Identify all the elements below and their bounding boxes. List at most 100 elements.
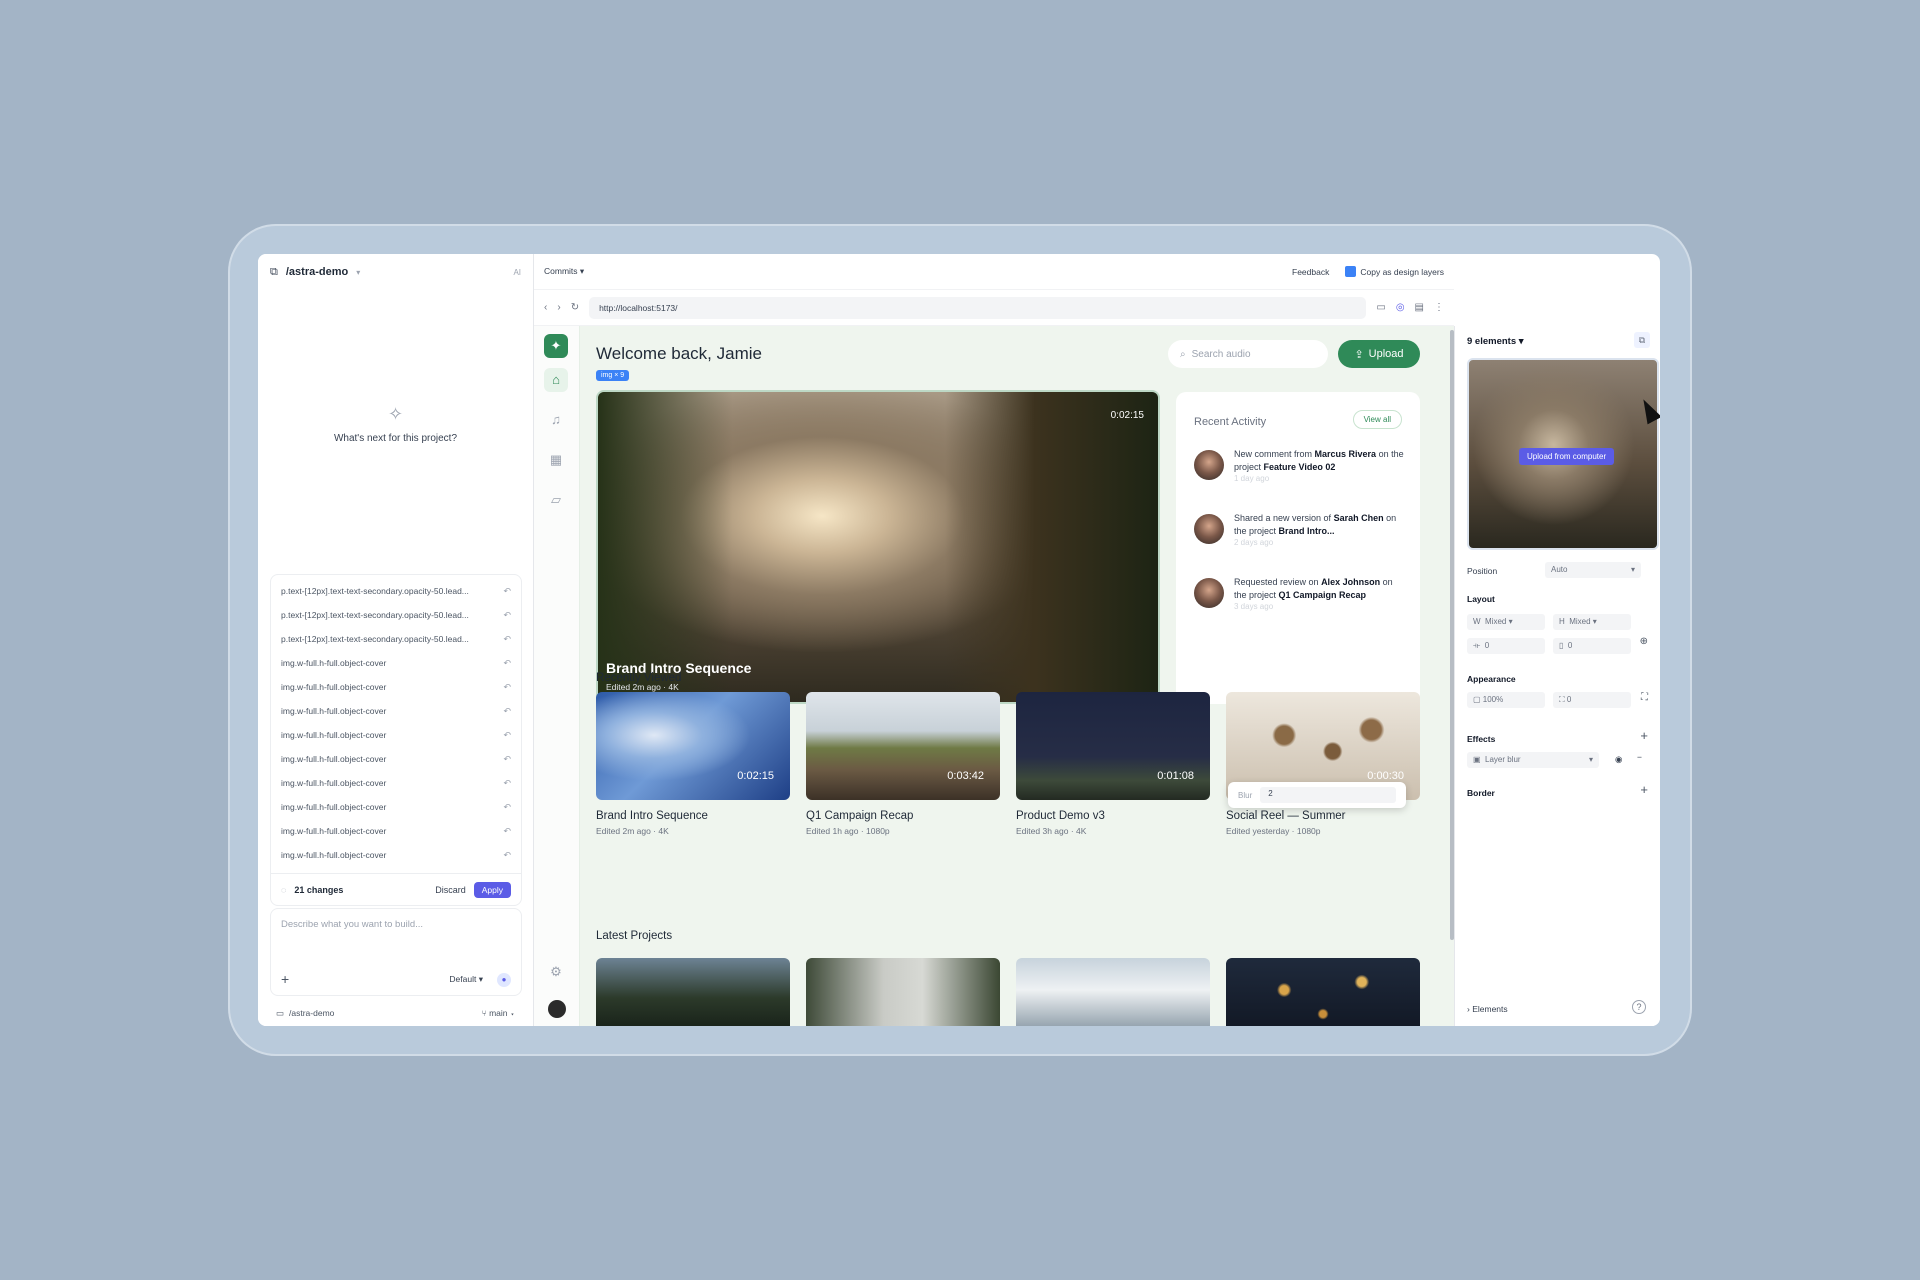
radius-field[interactable]: ⛶ 0 <box>1553 692 1631 708</box>
mode-selector[interactable]: Default ▾ <box>449 974 483 985</box>
video-title: Q1 Campaign Recap <box>806 810 914 822</box>
video-card[interactable]: 0:03:42 Q1 Campaign Recap Edited 1h ago · … <box>806 692 1000 836</box>
link-icon[interactable]: ⧉ <box>1634 332 1650 348</box>
chevron-down-icon[interactable]: ▾ <box>356 268 360 277</box>
undo-icon[interactable]: ↶ <box>503 730 511 741</box>
change-item[interactable]: p.text-[12px].text-text-secondary.opacit… <box>271 627 521 651</box>
video-card[interactable]: 0:00:30 Social Reel — Summer Edited yester… <box>1226 692 1420 836</box>
expand-icon[interactable]: ⛶ <box>1641 692 1648 703</box>
change-item[interactable]: img.w-full.h-full.object-cover ↶ <box>271 843 521 867</box>
undo-icon[interactable]: ↶ <box>503 658 511 669</box>
video-thumbnail[interactable]: 0:01:08 <box>1016 692 1210 800</box>
undo-icon[interactable]: ↶ <box>503 802 511 813</box>
latest-project-card[interactable] <box>1016 958 1210 1026</box>
change-item[interactable]: img.w-full.h-full.object-cover ↶ <box>271 651 521 675</box>
composer-placeholder[interactable]: Describe what you want to build... <box>281 919 511 930</box>
settings-icon[interactable]: ⚙ <box>544 960 568 984</box>
film-icon[interactable]: ▦ <box>544 448 568 472</box>
position-select[interactable]: Auto ▾ <box>1545 562 1641 578</box>
change-item[interactable]: img.w-full.h-full.object-cover ↶ <box>271 675 521 699</box>
plus-icon[interactable]: + <box>281 971 289 987</box>
remove-effect-icon[interactable]: − <box>1637 752 1642 762</box>
forward-icon[interactable]: › <box>557 302 560 313</box>
reload-icon[interactable]: ↻ <box>571 302 579 313</box>
music-icon[interactable]: ♫ <box>544 408 568 432</box>
opacity-field[interactable]: ▢ 100% <box>1467 692 1545 708</box>
change-item[interactable]: img.w-full.h-full.object-cover ↶ <box>271 699 521 723</box>
change-item[interactable]: p.text-[12px].text-text-secondary.opacit… <box>271 579 521 603</box>
search-input[interactable]: ⌕ Search audio <box>1168 340 1328 368</box>
help-icon[interactable]: ? <box>1632 1000 1646 1014</box>
user-avatar[interactable] <box>548 1000 566 1018</box>
featured-video[interactable]: 0:02:15 Brand Intro Sequence Edited 2m a… <box>596 390 1160 704</box>
upload-from-computer-button[interactable]: Upload from computer <box>1519 448 1615 465</box>
app-logo-icon[interactable]: ✦ <box>544 334 568 358</box>
layout-label: Layout <box>1467 594 1495 604</box>
changes-rows: p.text-[12px].text-text-secondary.opacit… <box>271 575 521 867</box>
apply-button[interactable]: Apply <box>473 881 511 898</box>
align-icon[interactable]: ⊕ <box>1640 636 1648 647</box>
chat-composer[interactable]: Describe what you want to build... + Def… <box>270 908 522 996</box>
gap-field[interactable]: ⟛ 0 <box>1467 638 1545 654</box>
device-icon[interactable]: ▭ <box>1376 302 1385 313</box>
mic-icon[interactable]: ● <box>497 973 511 987</box>
footer-project[interactable]: /astra-demo <box>289 1008 334 1018</box>
select-tool-icon[interactable]: ◎ <box>1396 302 1405 313</box>
image-preview[interactable]: Upload from computer <box>1467 358 1660 550</box>
change-item[interactable]: img.w-full.h-full.object-cover ↶ <box>271 795 521 819</box>
avatar <box>1194 450 1224 480</box>
undo-icon[interactable]: ↶ <box>503 706 511 717</box>
undo-icon[interactable]: ↶ <box>503 610 511 621</box>
commits-menu[interactable]: Commits ▾ <box>544 266 584 277</box>
elements-tab[interactable]: › Elements <box>1467 1004 1508 1014</box>
change-selector: p.text-[12px].text-text-secondary.opacit… <box>281 586 469 596</box>
video-thumbnail[interactable]: 0:03:42 <box>806 692 1000 800</box>
more-icon[interactable]: ⋮ <box>1434 302 1444 313</box>
blur-popover[interactable]: Blur 2 <box>1228 782 1406 808</box>
back-icon[interactable]: ‹ <box>544 302 547 313</box>
latest-project-card[interactable] <box>1226 958 1420 1026</box>
video-card[interactable]: 0:02:15 Brand Intro Sequence Edited 2m ago… <box>596 692 790 836</box>
chat-header: ⧉ /astra-demo ▾ AI <box>258 254 533 290</box>
copy-design-layers-button[interactable]: Copy as design layers <box>1345 266 1444 277</box>
change-item[interactable]: img.w-full.h-full.object-cover ↶ <box>271 747 521 771</box>
add-border-icon[interactable]: + <box>1640 782 1648 797</box>
blur-value-field[interactable]: 2 <box>1260 787 1396 803</box>
video-thumbnail[interactable]: 0:02:15 <box>596 692 790 800</box>
add-effect-icon[interactable]: + <box>1640 728 1648 743</box>
project-selector[interactable]: /astra-demo <box>286 266 348 278</box>
eye-icon[interactable]: ◉ <box>1615 754 1622 765</box>
discard-button[interactable]: Discard <box>435 885 466 895</box>
latest-project-card[interactable] <box>596 958 790 1026</box>
undo-icon[interactable]: ↶ <box>503 826 511 837</box>
undo-icon[interactable]: ↶ <box>503 682 511 693</box>
effect-type-select[interactable]: ▣ Layer blur ▾ <box>1467 752 1599 768</box>
folder-icon[interactable]: ▱ <box>544 488 568 512</box>
url-field[interactable]: http://localhost:5173/ <box>589 296 1367 319</box>
width-field[interactable]: W Mixed ▾ <box>1467 614 1545 630</box>
undo-icon[interactable]: ↶ <box>503 850 511 861</box>
activity-item[interactable]: Requested review on Alex Johnson on the … <box>1194 576 1404 620</box>
change-item[interactable]: img.w-full.h-full.object-cover ↶ <box>271 819 521 843</box>
change-item[interactable]: p.text-[12px].text-text-secondary.opacit… <box>271 603 521 627</box>
panel-icon[interactable]: ▤ <box>1415 302 1424 313</box>
feedback-button[interactable]: Feedback <box>1292 267 1329 277</box>
activity-item[interactable]: Shared a new version of Sarah Chen on th… <box>1194 512 1404 556</box>
element-count[interactable]: 9 elements ▾ <box>1467 336 1524 347</box>
branch-selector[interactable]: ⑂ main ▾ <box>482 1008 515 1018</box>
view-all-button[interactable]: View all <box>1352 410 1402 429</box>
undo-icon[interactable]: ↶ <box>503 754 511 765</box>
height-field[interactable]: H Mixed ▾ <box>1553 614 1631 630</box>
change-item[interactable]: img.w-full.h-full.object-cover ↶ <box>271 771 521 795</box>
video-duration: 0:03:42 <box>947 770 984 782</box>
undo-icon[interactable]: ↶ <box>503 778 511 789</box>
upload-button[interactable]: ⇪ Upload <box>1338 340 1420 368</box>
latest-project-card[interactable] <box>806 958 1000 1026</box>
undo-icon[interactable]: ↶ <box>503 586 511 597</box>
home-icon[interactable]: ⌂ <box>544 368 568 392</box>
activity-item[interactable]: New comment from Marcus Rivera on the pr… <box>1194 448 1404 492</box>
video-card[interactable]: 0:01:08 Product Demo v3 Edited 3h ago · 4K <box>1016 692 1210 836</box>
padding-field[interactable]: ▯ 0 <box>1553 638 1631 654</box>
undo-icon[interactable]: ↶ <box>503 634 511 645</box>
change-item[interactable]: img.w-full.h-full.object-cover ↶ <box>271 723 521 747</box>
